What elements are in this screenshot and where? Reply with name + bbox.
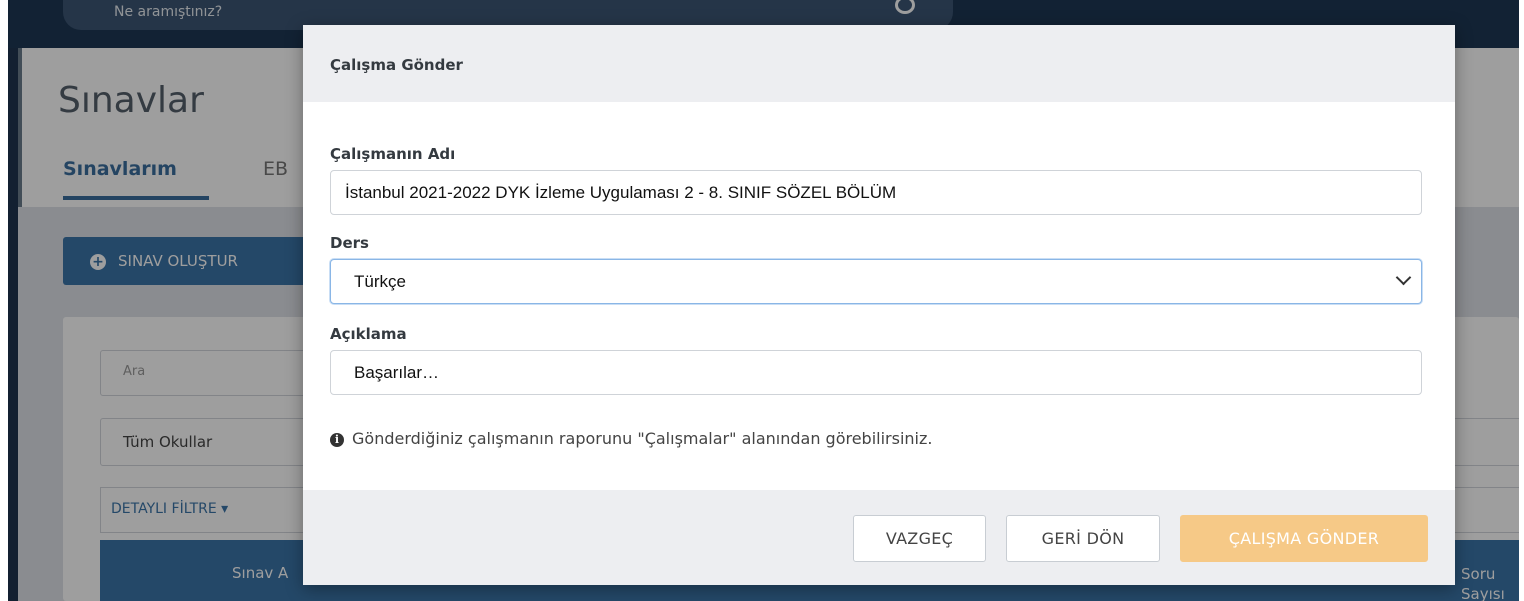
chevron-down-icon	[1395, 269, 1412, 286]
dialog-footer: VAZGEÇ GERİ DÖN ÇALIŞMA GÖNDER	[303, 490, 1455, 585]
description-label: Açıklama	[330, 325, 407, 343]
info-note: i Gönderdiğiniz çalışmanın raporunu "Çalı…	[330, 429, 932, 448]
send-study-dialog: Çalışma Gönder Çalışmanın Adı İstanbul 2…	[303, 25, 1455, 585]
study-name-label: Çalışmanın Adı	[330, 145, 456, 163]
cancel-button[interactable]: VAZGEÇ	[853, 515, 986, 562]
lesson-label: Ders	[330, 234, 369, 252]
send-study-button[interactable]: ÇALIŞMA GÖNDER	[1180, 515, 1428, 562]
dialog-title: Çalışma Gönder	[330, 56, 463, 74]
browser-viewport: Ne aramıştınız? Sınavlar Sınavlarım EB +…	[8, 0, 1519, 601]
back-button[interactable]: GERİ DÖN	[1006, 515, 1160, 562]
info-text: Gönderdiğiniz çalışmanın raporunu "Çalış…	[352, 429, 933, 448]
study-name-input[interactable]: İstanbul 2021-2022 DYK İzleme Uygulaması…	[330, 170, 1422, 215]
dialog-header: Çalışma Gönder	[303, 25, 1455, 102]
lesson-select[interactable]: Türkçe	[330, 259, 1422, 304]
description-input[interactable]: Başarılar…	[330, 350, 1422, 395]
info-icon: i	[330, 433, 344, 447]
lesson-select-value: Türkçe	[354, 272, 406, 291]
